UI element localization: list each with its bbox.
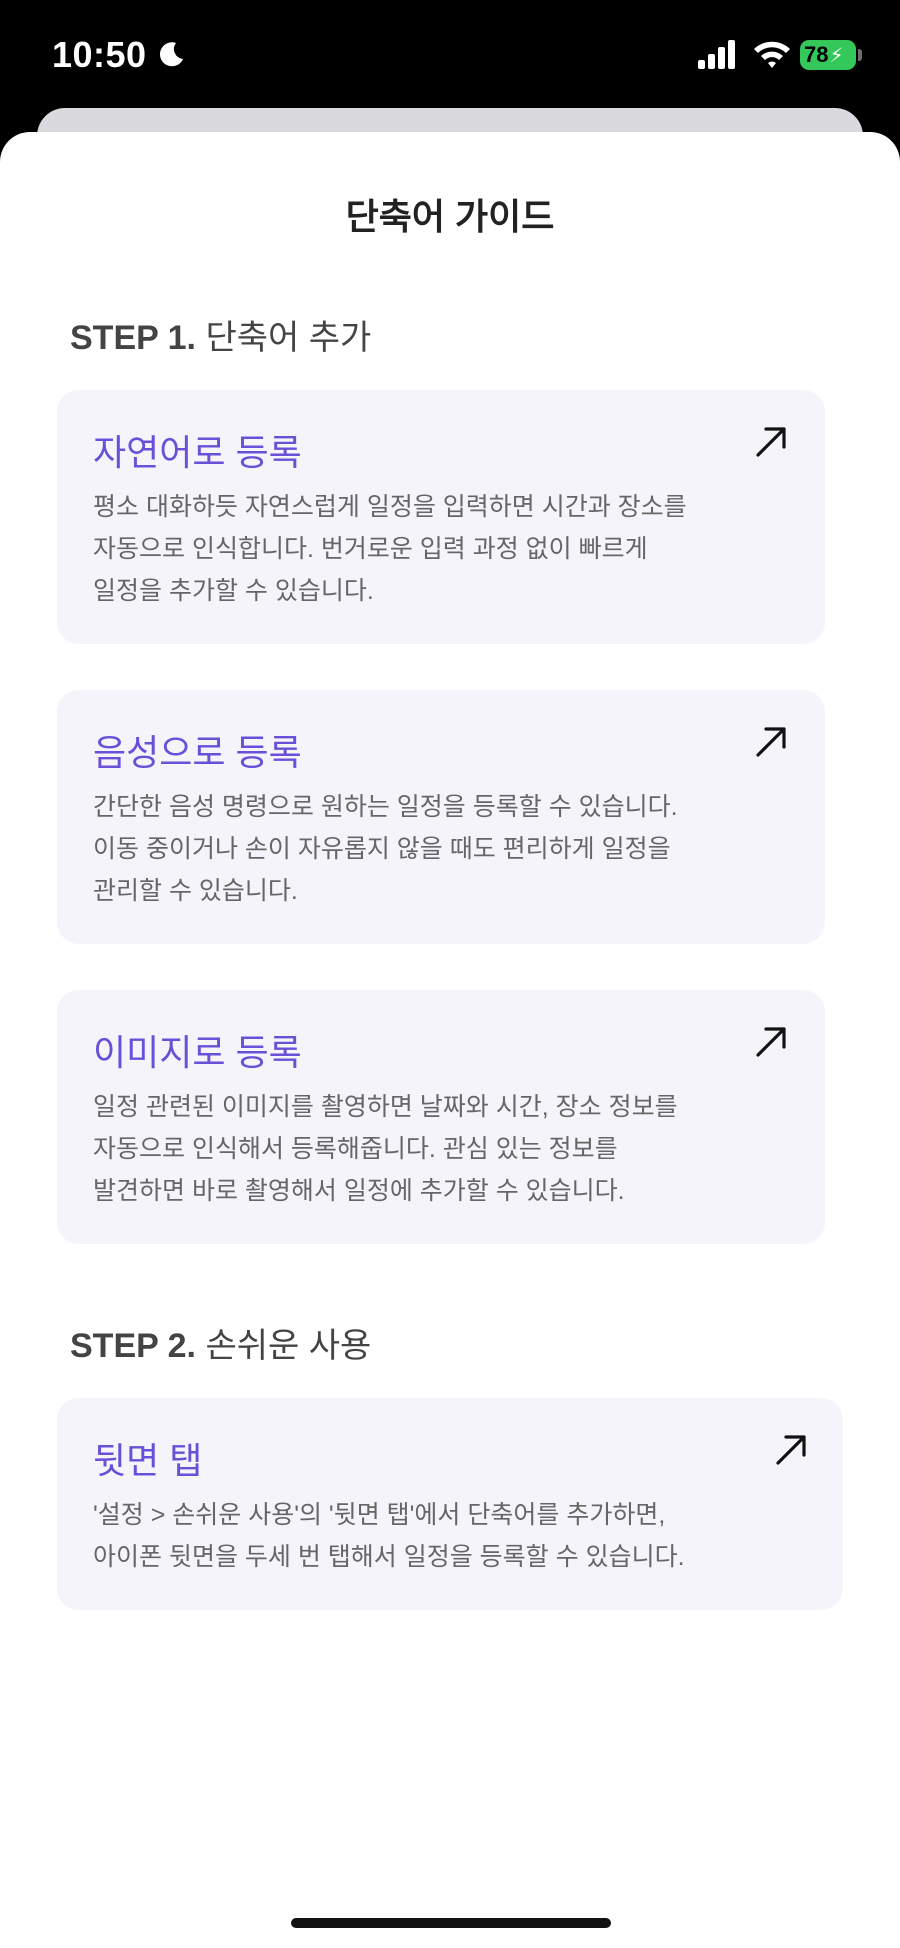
status-time: 10:50 (52, 34, 147, 75)
sheet-title: 단축어 가이드 (345, 196, 555, 237)
battery-icon: 78 ⚡ (800, 40, 856, 70)
card-description: '설정 > 손쉬운 사용'의 '뒷면 탭'에서 단축어를 추가하면, 아이폰 뒷… (93, 1501, 685, 1571)
card-description: 평소 대화하듯 자연스럽게 일정을 입력하면 시간과 장소를 자동으로 인식합니… (93, 493, 687, 605)
card-voice[interactable]: 음성으로 등록 간단한 음성 명령으로 원하는 일정을 등록할 수 있습니다. … (57, 690, 825, 944)
card-back-tap[interactable]: 뒷면 탭 '설정 > 손쉬운 사용'의 '뒷면 탭'에서 단축어를 추가하면, … (57, 1398, 843, 1610)
step-1-title: STEP 1. 단축어 추가 (70, 310, 371, 359)
home-indicator[interactable] (291, 1918, 611, 1928)
card-description: 일정 관련된 이미지를 촬영하면 날짜와 시간, 장소 정보를 자동으로 인식해… (93, 1093, 678, 1205)
arrow-up-right-icon (756, 727, 786, 757)
card-title: 뒷면 탭 (93, 1440, 203, 1481)
wifi-icon (754, 41, 790, 68)
battery-cap (858, 49, 862, 61)
card-title: 이미지로 등록 (93, 1032, 302, 1073)
shortcut-guide-sheet: 단축어 가이드 STEP 1. 단축어 추가 자연어로 등록 평소 대화하듯 자… (0, 132, 900, 1948)
step-1-label: 단축어 추가 (205, 319, 372, 357)
card-natural-language[interactable]: 자연어로 등록 평소 대화하듯 자연스럽게 일정을 입력하면 시간과 장소를 자… (57, 390, 825, 644)
battery-level: 78 (804, 42, 829, 67)
card-title: 자연어로 등록 (93, 432, 302, 473)
card-image[interactable]: 이미지로 등록 일정 관련된 이미지를 촬영하면 날짜와 시간, 장소 정보를 … (57, 990, 825, 1244)
charging-bolt-icon: ⚡ (829, 44, 844, 67)
step-1-prefix: STEP 1. (70, 319, 196, 357)
moon-icon (159, 42, 183, 67)
step-2-title: STEP 2. 손쉬운 사용 (70, 1318, 371, 1367)
arrow-up-right-icon (756, 1027, 786, 1057)
status-bar: 10:50 78 ⚡ (0, 0, 900, 110)
card-description: 간단한 음성 명령으로 원하는 일정을 등록할 수 있습니다. 이동 중이거나 … (93, 793, 678, 905)
cellular-signal-icon (698, 40, 735, 69)
arrow-up-right-icon (756, 427, 786, 457)
card-title: 음성으로 등록 (93, 732, 302, 773)
arrow-up-right-icon (776, 1435, 806, 1465)
step-2-label: 손쉬운 사용 (205, 1327, 372, 1365)
step-2-prefix: STEP 2. (70, 1327, 196, 1365)
